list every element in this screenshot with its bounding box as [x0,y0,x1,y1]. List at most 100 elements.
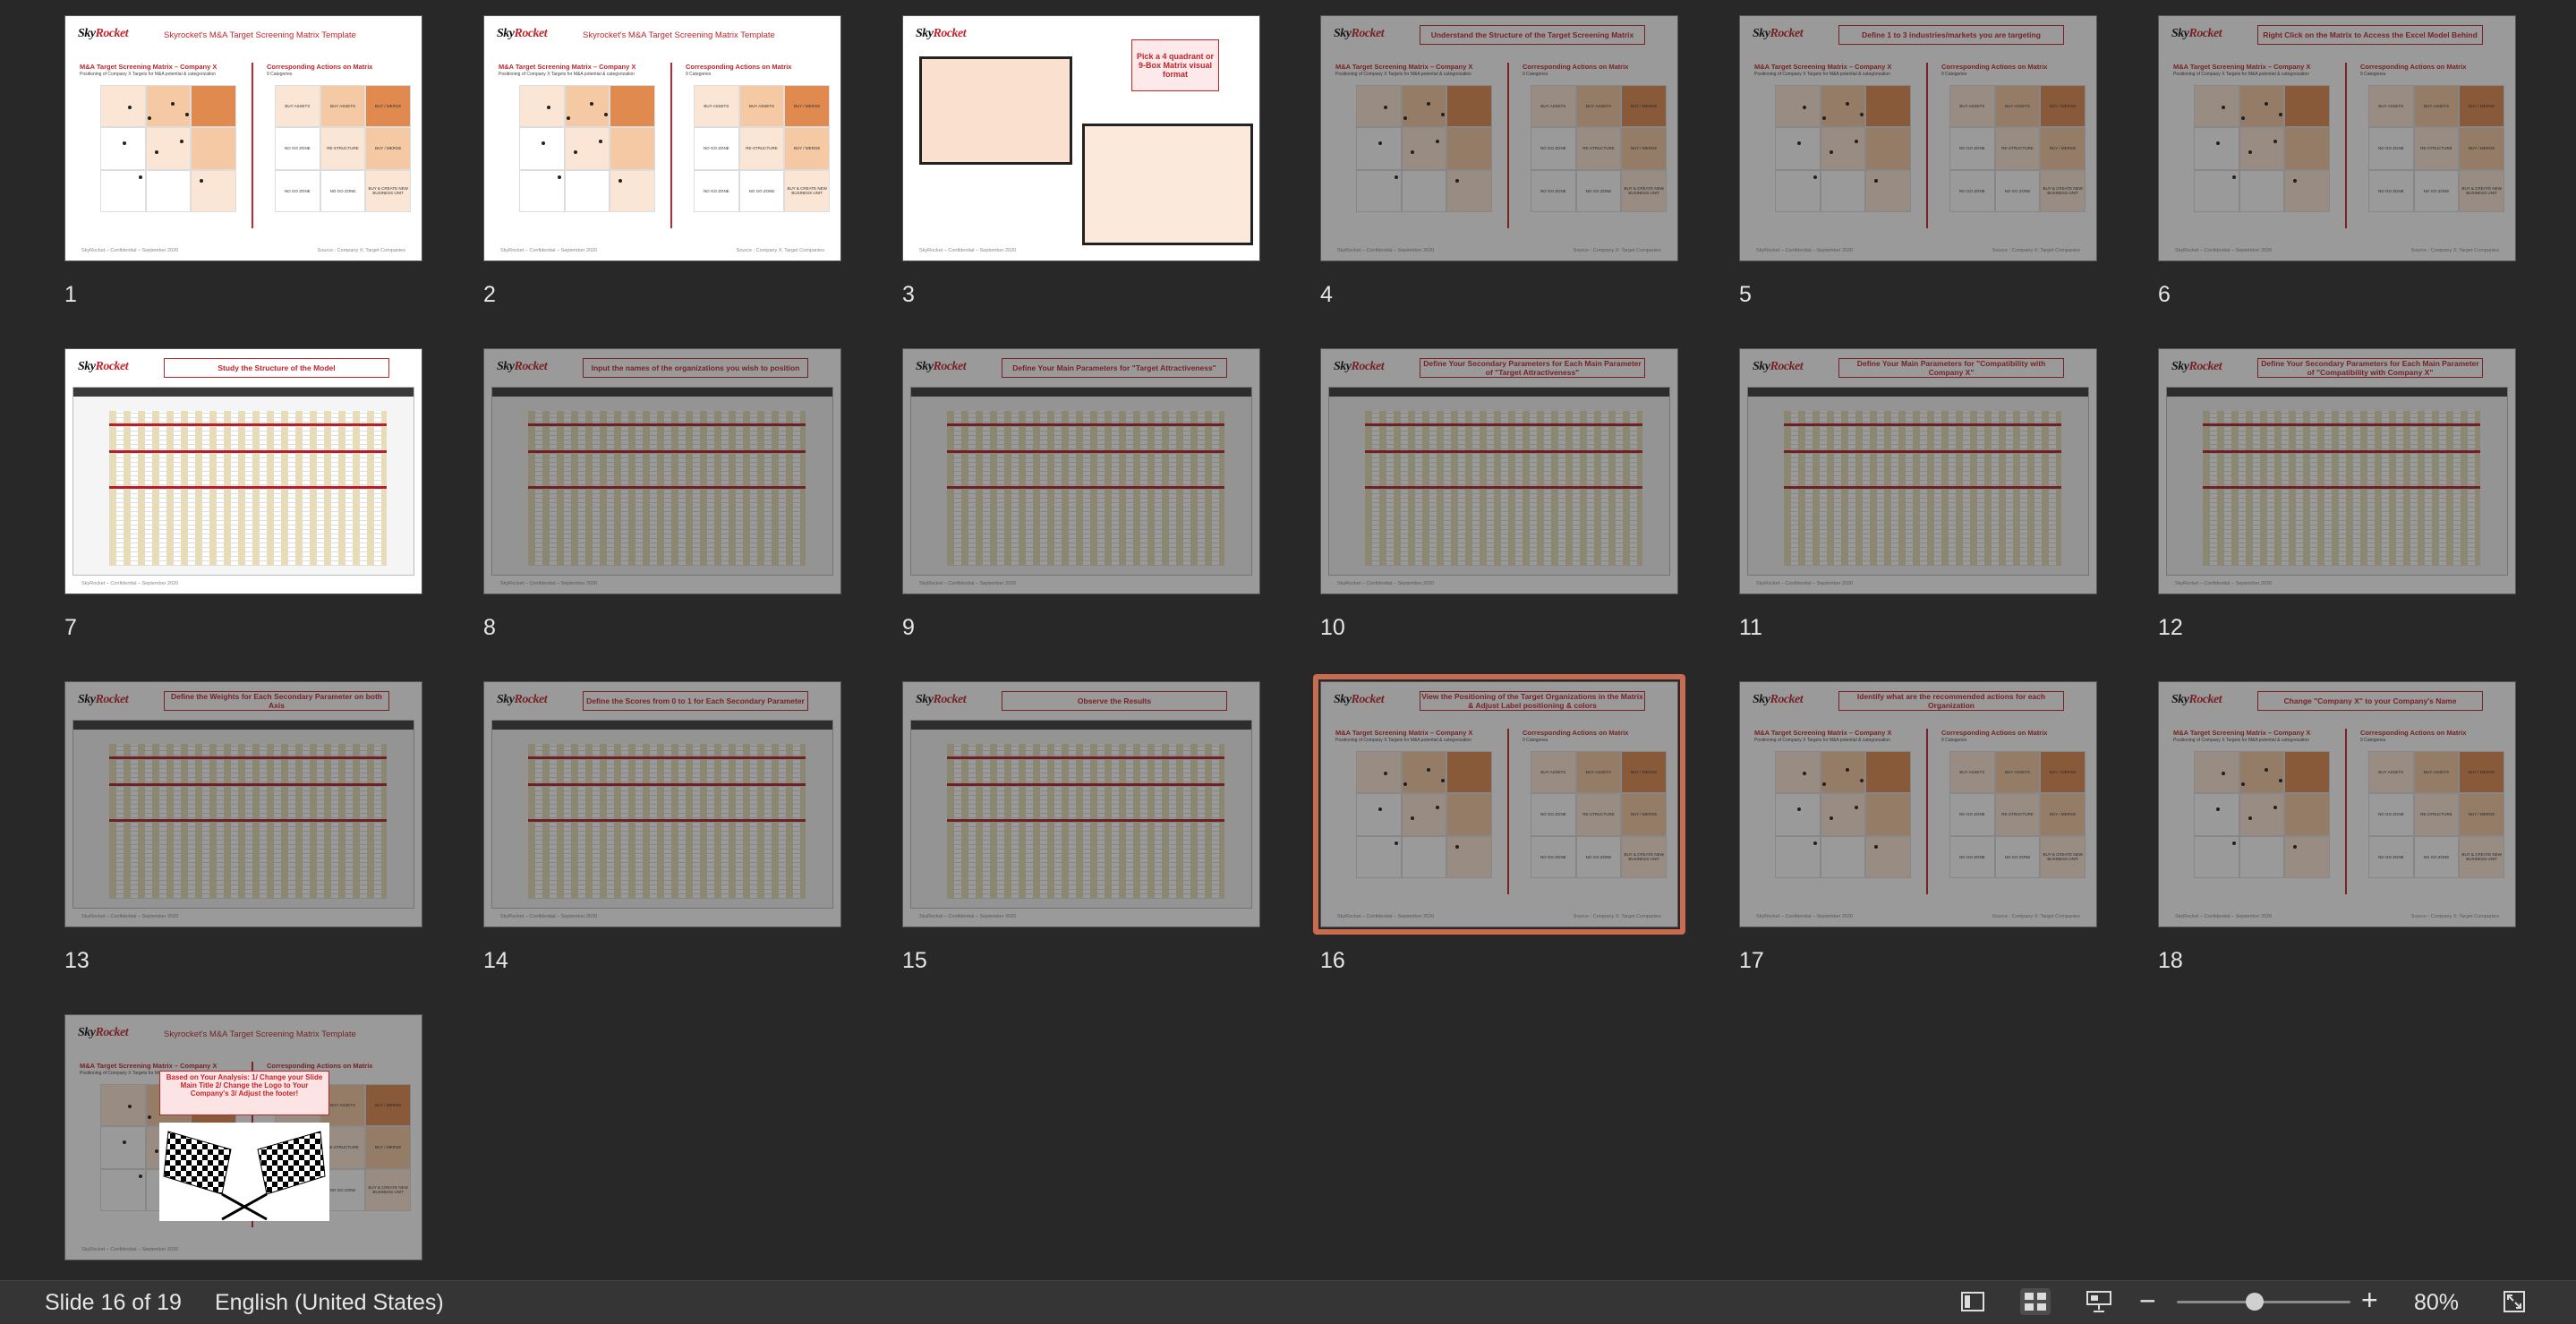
slide-number: 3 [902,282,915,307]
action-cell: BUY / MERGE [784,84,830,128]
slide-preview[interactable]: SkyRocket Skyrocket's M&A Target Screenin… [483,15,841,261]
action-cell: NO GO ZONE [320,169,366,212]
slide-preview[interactable]: SkyRocket Right Click on the Matrix to Ac… [2158,15,2516,261]
matrix-cell [610,84,655,128]
slide-preview[interactable]: SkyRocket Skyrocket's M&A Target Screenin… [64,15,422,261]
slide-preview[interactable]: SkyRocket Define Your Secondary Parameter… [1320,348,1678,594]
target-marker [558,175,561,179]
slide-thumbnail-8[interactable]: SkyRocket Input the names of the organiza… [483,348,841,640]
header-row [109,486,387,489]
slide-thumbnail-14[interactable]: SkyRocket Define the Scores from 0 to 1 f… [483,681,841,973]
slide-thumbnail-7[interactable]: SkyRocket Study the Structure of the Mode… [64,348,422,640]
slide-thumbnail-5[interactable]: SkyRocket Define 1 to 3 industries/market… [1739,15,2097,307]
target-marker [148,116,151,120]
target-marker [618,179,622,183]
slide-preview[interactable]: SkyRocket Study the Structure of the Mode… [64,348,422,594]
dim-overlay [484,682,840,927]
slide-thumbnail-3[interactable]: SkyRocket Pick a 4 quadrant or 9-Box Matr… [902,15,1260,307]
divider [252,63,253,228]
action-cell: NO GO ZONE [694,169,739,212]
zoom-in-icon[interactable]: + [2361,1284,2378,1317]
slide-sorter-grid: SkyRocket Skyrocket's M&A Target Screenin… [0,0,2576,1306]
zoom-level[interactable]: 80% [2414,1290,2459,1316]
matrix-cell [145,127,192,170]
slide-preview[interactable]: SkyRocket Identify what are the recommend… [1739,681,2097,927]
slide-preview[interactable]: SkyRocket Define the Weights for Each Sec… [64,681,422,927]
slide-preview[interactable]: SkyRocket View the Positioning of the Tar… [1320,681,1678,927]
actions-matrix: BUY ASSETSBUY ASSETSBUY / MERGENO GO ZON… [275,84,411,212]
slide-counter[interactable]: Slide 16 of 19 [45,1290,182,1316]
slide-thumbnail-9[interactable]: SkyRocket Define Your Main Parameters for… [902,348,1260,640]
matrix-title: M&A Target Screening Matrix – Company X [499,63,636,71]
slide-number: 18 [2158,948,2183,973]
screening-matrix [519,84,655,212]
slide-thumbnail-1[interactable]: SkyRocket Skyrocket's M&A Target Screenin… [64,15,422,307]
action-cell: BUY / MERGE [784,127,830,170]
target-marker [542,141,545,145]
matrix-cell [191,169,236,212]
action-cell: BUY ASSETS [275,84,320,128]
target-marker [200,179,203,183]
slide-thumbnail-13[interactable]: SkyRocket Define the Weights for Each Sec… [64,681,422,973]
target-marker [604,113,608,116]
slide-number: 2 [483,282,496,307]
slide-footer: SkyRocket – Confidential – September 202… [500,248,598,253]
slide-thumbnail-11[interactable]: SkyRocket Define Your Main Parameters for… [1739,348,2097,640]
slide-preview[interactable]: SkyRocket Define Your Main Parameters for… [902,348,1260,594]
slide-thumbnail-12[interactable]: SkyRocket Define Your Secondary Parameter… [2158,348,2516,640]
dim-overlay [484,349,840,594]
slide-thumbnail-18[interactable]: SkyRocket Change "Company X" to your Comp… [2158,681,2516,973]
slide-preview[interactable]: SkyRocket Pick a 4 quadrant or 9-Box Matr… [902,15,1260,261]
slide-number: 8 [483,615,496,640]
normal-view-icon[interactable] [1958,1288,1988,1315]
target-marker [547,106,550,109]
presenter-view-icon[interactable] [2084,1288,2114,1315]
slide-thumbnail-17[interactable]: SkyRocket Identify what are the recommend… [1739,681,2097,973]
matrix-cell [564,84,610,128]
slide-preview[interactable]: SkyRocket Define Your Main Parameters for… [1739,348,2097,594]
skyrocket-logo: SkyRocket [78,358,148,380]
screening-matrix [100,84,236,212]
dim-overlay [1740,682,2096,927]
action-cell: BUY & CREATE NEW BUSINESS UNIT [784,169,830,212]
slide-sorter-view-icon[interactable] [2020,1288,2051,1315]
fit-to-window-icon[interactable] [2499,1288,2529,1315]
slide-preview[interactable]: SkyRocket Input the names of the organiza… [483,348,841,594]
slide-preview[interactable]: SkyRocket Define the Scores from 0 to 1 f… [483,681,841,927]
matrix-cell [564,127,610,170]
slide-preview[interactable]: SkyRocket Understand the Structure of the… [1320,15,1678,261]
slide-thumbnail-4[interactable]: SkyRocket Understand the Structure of the… [1320,15,1678,307]
language-indicator[interactable]: English (United States) [215,1290,444,1316]
action-cell: NO GO ZONE [694,127,739,170]
slide-preview[interactable]: SkyRocket Define 1 to 3 industries/market… [1739,15,2097,261]
slide-number: 13 [64,948,90,973]
target-marker [155,150,158,154]
matrix-title: M&A Target Screening Matrix – Company X [80,63,218,71]
checkered-flags-icon [159,1123,329,1221]
action-cell: RE-STRUCTURE [320,127,366,170]
slide-footer: SkyRocket – Confidential – September 202… [81,581,179,586]
slide-source: Source : Company X; Target Companies [736,248,824,253]
slide-thumbnail-6[interactable]: SkyRocket Right Click on the Matrix to Ac… [2158,15,2516,307]
slide-preview[interactable]: SkyRocket Change "Company X" to your Comp… [2158,681,2516,927]
target-marker [185,113,189,116]
actions-subtitle: 9 Categories [267,72,293,77]
slide-number: 6 [2158,282,2171,307]
slide-thumbnail-16[interactable]: SkyRocket View the Positioning of the Tar… [1313,674,1685,973]
slide-preview[interactable]: SkyRocket Define Your Secondary Parameter… [2158,348,2516,594]
target-marker [590,102,593,106]
zoom-out-icon[interactable]: − [2139,1285,2156,1318]
matrix-cell [519,127,565,170]
slide-thumbnail-10[interactable]: SkyRocket Define Your Secondary Parameter… [1320,348,1678,640]
slide-thumbnail-2[interactable]: SkyRocket Skyrocket's M&A Target Screenin… [483,15,841,307]
zoom-slider-thumb[interactable] [2246,1293,2265,1311]
target-marker [171,102,175,106]
slide-preview[interactable]: SkyRocket Observe the Results SkyRocket – … [902,681,1260,927]
matrix-cell [145,169,192,212]
slide-preview[interactable]: SkyRocket Skyrocket's M&A Target Screenin… [64,1014,422,1260]
slide-thumbnail-15[interactable]: SkyRocket Observe the Results SkyRocket – … [902,681,1260,973]
actions-subtitle: 9 Categories [686,72,712,77]
slide-thumbnail-19[interactable]: SkyRocket Skyrocket's M&A Target Screenin… [64,1014,422,1306]
matrix-cell [191,127,236,170]
slide-number: 7 [64,615,77,640]
